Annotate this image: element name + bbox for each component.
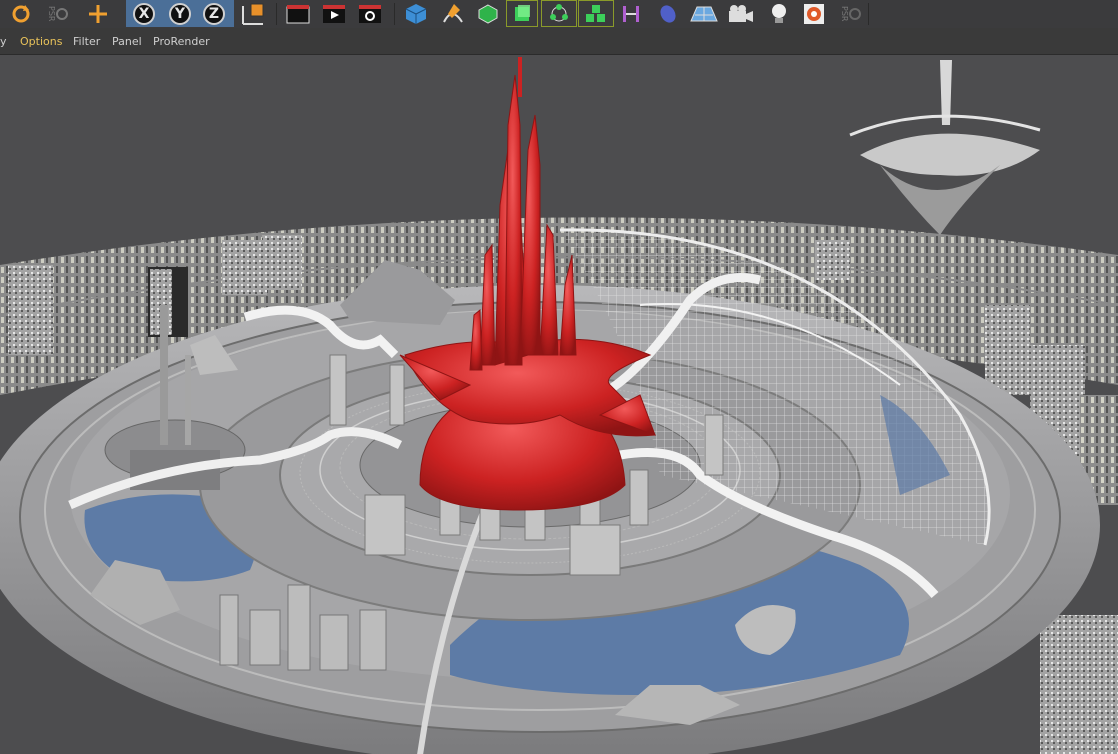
psr-label-2: PSR: [840, 5, 849, 22]
render-settings-icon[interactable]: [354, 0, 386, 27]
lock-psr-icon-2[interactable]: PSR: [834, 0, 868, 27]
x-axis-label: X: [133, 2, 155, 25]
undo-reload-icon[interactable]: [6, 0, 36, 27]
array-icon[interactable]: [578, 0, 614, 27]
floor-environment-icon[interactable]: [686, 0, 722, 27]
camera-icon[interactable]: [724, 0, 758, 27]
x-axis-button[interactable]: X: [130, 0, 158, 27]
main-toolbar: PSR X Y Z PSR: [0, 0, 1118, 29]
subdivision-surface-icon[interactable]: [472, 0, 504, 27]
coordinate-system-icon[interactable]: [236, 0, 270, 27]
render-to-picture-viewer-icon[interactable]: [318, 0, 350, 27]
y-axis-label: Y: [169, 2, 191, 25]
city-scene-render: [0, 55, 1118, 754]
menu-filter[interactable]: Filter: [73, 28, 100, 54]
3d-viewport[interactable]: [0, 55, 1118, 754]
deformer-icon[interactable]: [617, 0, 645, 27]
z-axis-label: Z: [203, 2, 225, 25]
axis-lock-group: X Y Z: [126, 0, 234, 27]
psr-label: PSR: [47, 5, 56, 22]
cube-primitive-icon[interactable]: [400, 0, 432, 27]
menu-display[interactable]: y: [0, 28, 7, 54]
y-axis-button[interactable]: Y: [166, 0, 194, 27]
menu-options[interactable]: Options: [20, 28, 62, 54]
pen-spline-icon[interactable]: [436, 0, 470, 27]
prorender-icon[interactable]: [800, 0, 828, 27]
cinema4d-window: PSR X Y Z PSR y Options Filter Panel Pro…: [0, 0, 1118, 754]
z-axis-button[interactable]: Z: [200, 0, 228, 27]
menu-prorender[interactable]: ProRender: [153, 28, 210, 54]
extrude-generator-icon[interactable]: [506, 0, 538, 27]
move-tool-icon[interactable]: [84, 0, 112, 27]
viewport-menu-bar: y Options Filter Panel ProRender: [0, 28, 1118, 76]
cloner-icon[interactable]: [541, 0, 577, 27]
menu-panel[interactable]: Panel: [112, 28, 142, 54]
light-icon[interactable]: [763, 0, 795, 27]
field-icon[interactable]: [652, 0, 684, 27]
render-view-icon[interactable]: [282, 0, 314, 27]
lock-psr-icon[interactable]: PSR: [38, 0, 78, 27]
